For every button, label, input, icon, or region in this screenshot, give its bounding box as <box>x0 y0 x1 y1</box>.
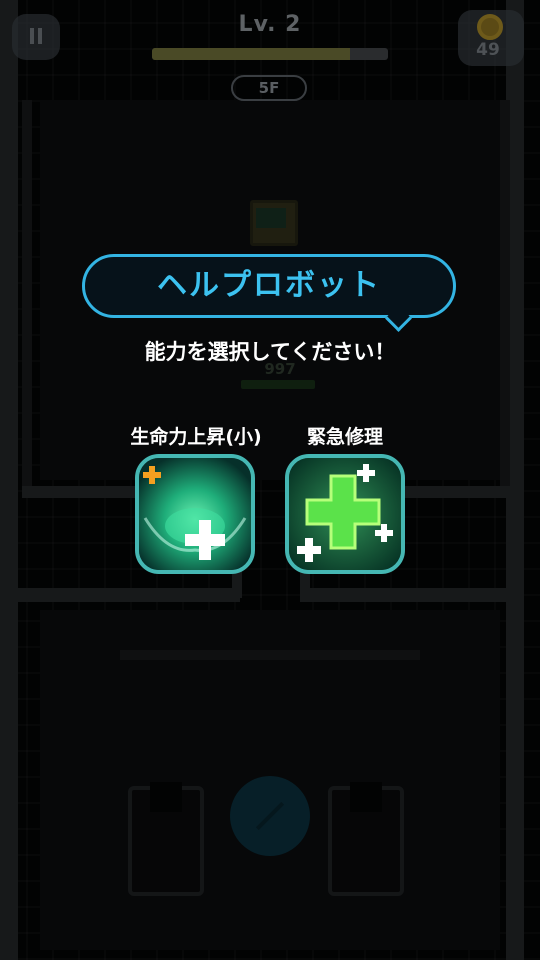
dialog-title-bubble: ヘルプロボット <box>82 254 456 332</box>
heal-swirl-icon <box>139 458 251 570</box>
dim-overlay <box>0 0 540 960</box>
option-card-vitality[interactable] <box>135 454 255 574</box>
dialog-prompt: 能力を選択してください！ <box>144 340 396 364</box>
level-label: Lv. 2 <box>238 12 302 37</box>
option-card-emergency-repair[interactable] <box>285 454 405 574</box>
xp-bar <box>152 48 388 60</box>
xp-bar-fill <box>152 48 351 60</box>
big-green-cross-icon <box>289 458 401 570</box>
coin-count: 49 <box>476 40 500 60</box>
floor-indicator: 5F <box>231 75 307 101</box>
game-stage: 997 49 Lv. 2 5F ヘルプロボット 能力を選択してください！ 生命力… <box>0 0 540 960</box>
option-label-emergency-repair: 緊急修理 <box>306 426 383 448</box>
